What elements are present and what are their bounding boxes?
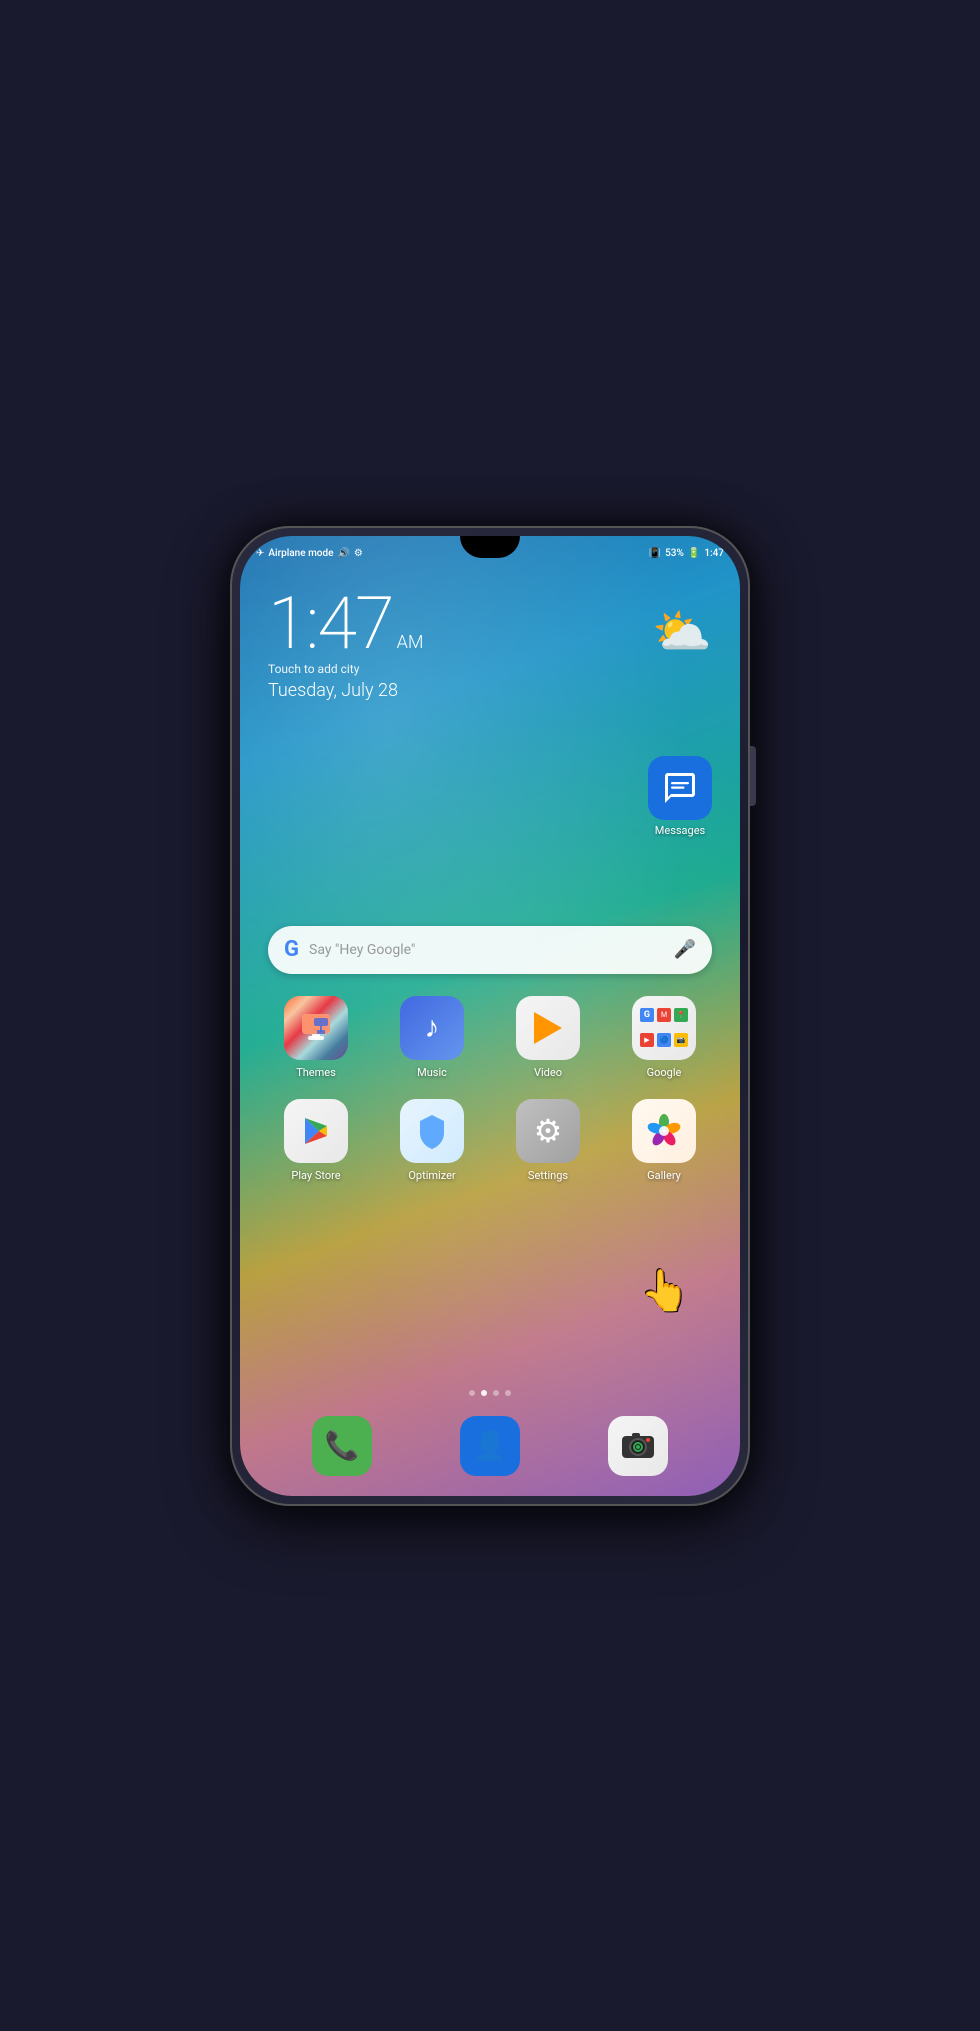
gallery-icon <box>632 1099 696 1163</box>
search-placeholder: Say "Hey Google" <box>309 942 664 958</box>
gallery-label: Gallery <box>647 1169 681 1182</box>
settings-label: Settings <box>528 1169 568 1182</box>
home-screen: ✈ Airplane mode 🔊 ⚙ 📳 53% 🔋 1:47 1:47 AM <box>240 536 740 1496</box>
play-triangle-icon <box>534 1012 562 1044</box>
status-right: 📳 53% 🔋 1:47 <box>649 548 724 559</box>
phone-frame: ✈ Airplane mode 🔊 ⚙ 📳 53% 🔋 1:47 1:47 AM <box>230 526 750 1506</box>
app-item-themes[interactable]: Themes <box>268 996 364 1079</box>
google-logo: G <box>284 937 299 962</box>
themes-svg <box>298 1010 334 1046</box>
phone-screen: ✈ Airplane mode 🔊 ⚙ 📳 53% 🔋 1:47 1:47 AM <box>240 536 740 1496</box>
contacts-icon: 👤 <box>460 1416 520 1476</box>
wifi-icon: 🔊 <box>337 548 349 559</box>
music-label: Music <box>417 1066 447 1079</box>
status-left-text: Airplane mode <box>268 548 333 559</box>
messages-app-icon[interactable]: Messages <box>648 756 712 837</box>
status-left: ✈ Airplane mode 🔊 ⚙ <box>256 548 363 559</box>
app-item-optimizer[interactable]: Optimizer <box>384 1099 480 1182</box>
app-item-video[interactable]: Video <box>500 996 596 1079</box>
page-dot-3 <box>493 1390 499 1396</box>
themes-label: Themes <box>296 1066 336 1079</box>
playstore-svg <box>297 1112 335 1150</box>
camera-svg <box>620 1428 656 1464</box>
themes-icon <box>284 996 348 1060</box>
video-icon <box>516 996 580 1060</box>
clock-date: Tuesday, July 28 <box>268 680 423 701</box>
weather-icon: ⛅ <box>652 608 712 656</box>
page-dot-4 <box>505 1390 511 1396</box>
music-icon: ♪ <box>400 996 464 1060</box>
video-label: Video <box>534 1066 562 1079</box>
messages-label: Messages <box>655 824 705 837</box>
dock-phone[interactable]: 📞 <box>312 1416 372 1476</box>
page-indicators <box>240 1390 740 1396</box>
app-dock: 📞 👤 <box>268 1416 712 1476</box>
camera-icon <box>608 1416 668 1476</box>
microphone-icon[interactable]: 🎤 <box>674 939 696 960</box>
app-grid: Themes ♪ Music Video <box>268 996 712 1182</box>
google-label: Google <box>647 1066 682 1079</box>
app-item-settings[interactable]: ⚙ Settings <box>500 1099 596 1182</box>
google-search-bar[interactable]: G Say "Hey Google" 🎤 <box>268 926 712 974</box>
playstore-icon <box>284 1099 348 1163</box>
battery-percent: 53% <box>665 548 684 559</box>
airplane-mode-icon: ✈ <box>256 548 264 559</box>
optimizer-icon <box>400 1099 464 1163</box>
cursor-hand: 👆 <box>640 1267 690 1314</box>
settings-icon-status: ⚙ <box>354 548 363 559</box>
music-note-icon: ♪ <box>425 1010 440 1045</box>
vibrate-icon: 📳 <box>649 548 661 559</box>
playstore-label: Play Store <box>291 1169 340 1182</box>
phone-icon: 📞 <box>312 1416 372 1476</box>
weather-widget[interactable]: ⛅ <box>652 608 712 656</box>
messages-svg-icon <box>662 770 698 806</box>
clock-ampm: AM <box>397 632 424 653</box>
settings-icon: ⚙ <box>516 1099 580 1163</box>
clock-time: 1:47 <box>268 588 393 660</box>
gallery-svg <box>643 1110 685 1152</box>
app-item-gallery[interactable]: Gallery <box>616 1099 712 1182</box>
google-folder-icon: G M 📍 ▶ 🔵 <box>632 996 696 1060</box>
app-item-playstore[interactable]: Play Store <box>268 1099 364 1182</box>
messages-icon-bg <box>648 756 712 820</box>
app-item-google[interactable]: G M 📍 ▶ 🔵 <box>616 996 712 1079</box>
clock-status: 1:47 <box>704 548 724 559</box>
app-item-music[interactable]: ♪ Music <box>384 996 480 1079</box>
dock-contacts[interactable]: 👤 <box>460 1416 520 1476</box>
dock-camera[interactable] <box>608 1416 668 1476</box>
battery-icon: 🔋 <box>688 548 700 559</box>
optimizer-svg <box>412 1111 452 1151</box>
optimizer-label: Optimizer <box>408 1169 455 1182</box>
clock-subtitle: Touch to add city <box>268 662 423 676</box>
page-dot-1 <box>469 1390 475 1396</box>
clock-widget[interactable]: 1:47 AM Touch to add city Tuesday, July … <box>268 588 423 701</box>
page-dot-2 <box>481 1390 487 1396</box>
